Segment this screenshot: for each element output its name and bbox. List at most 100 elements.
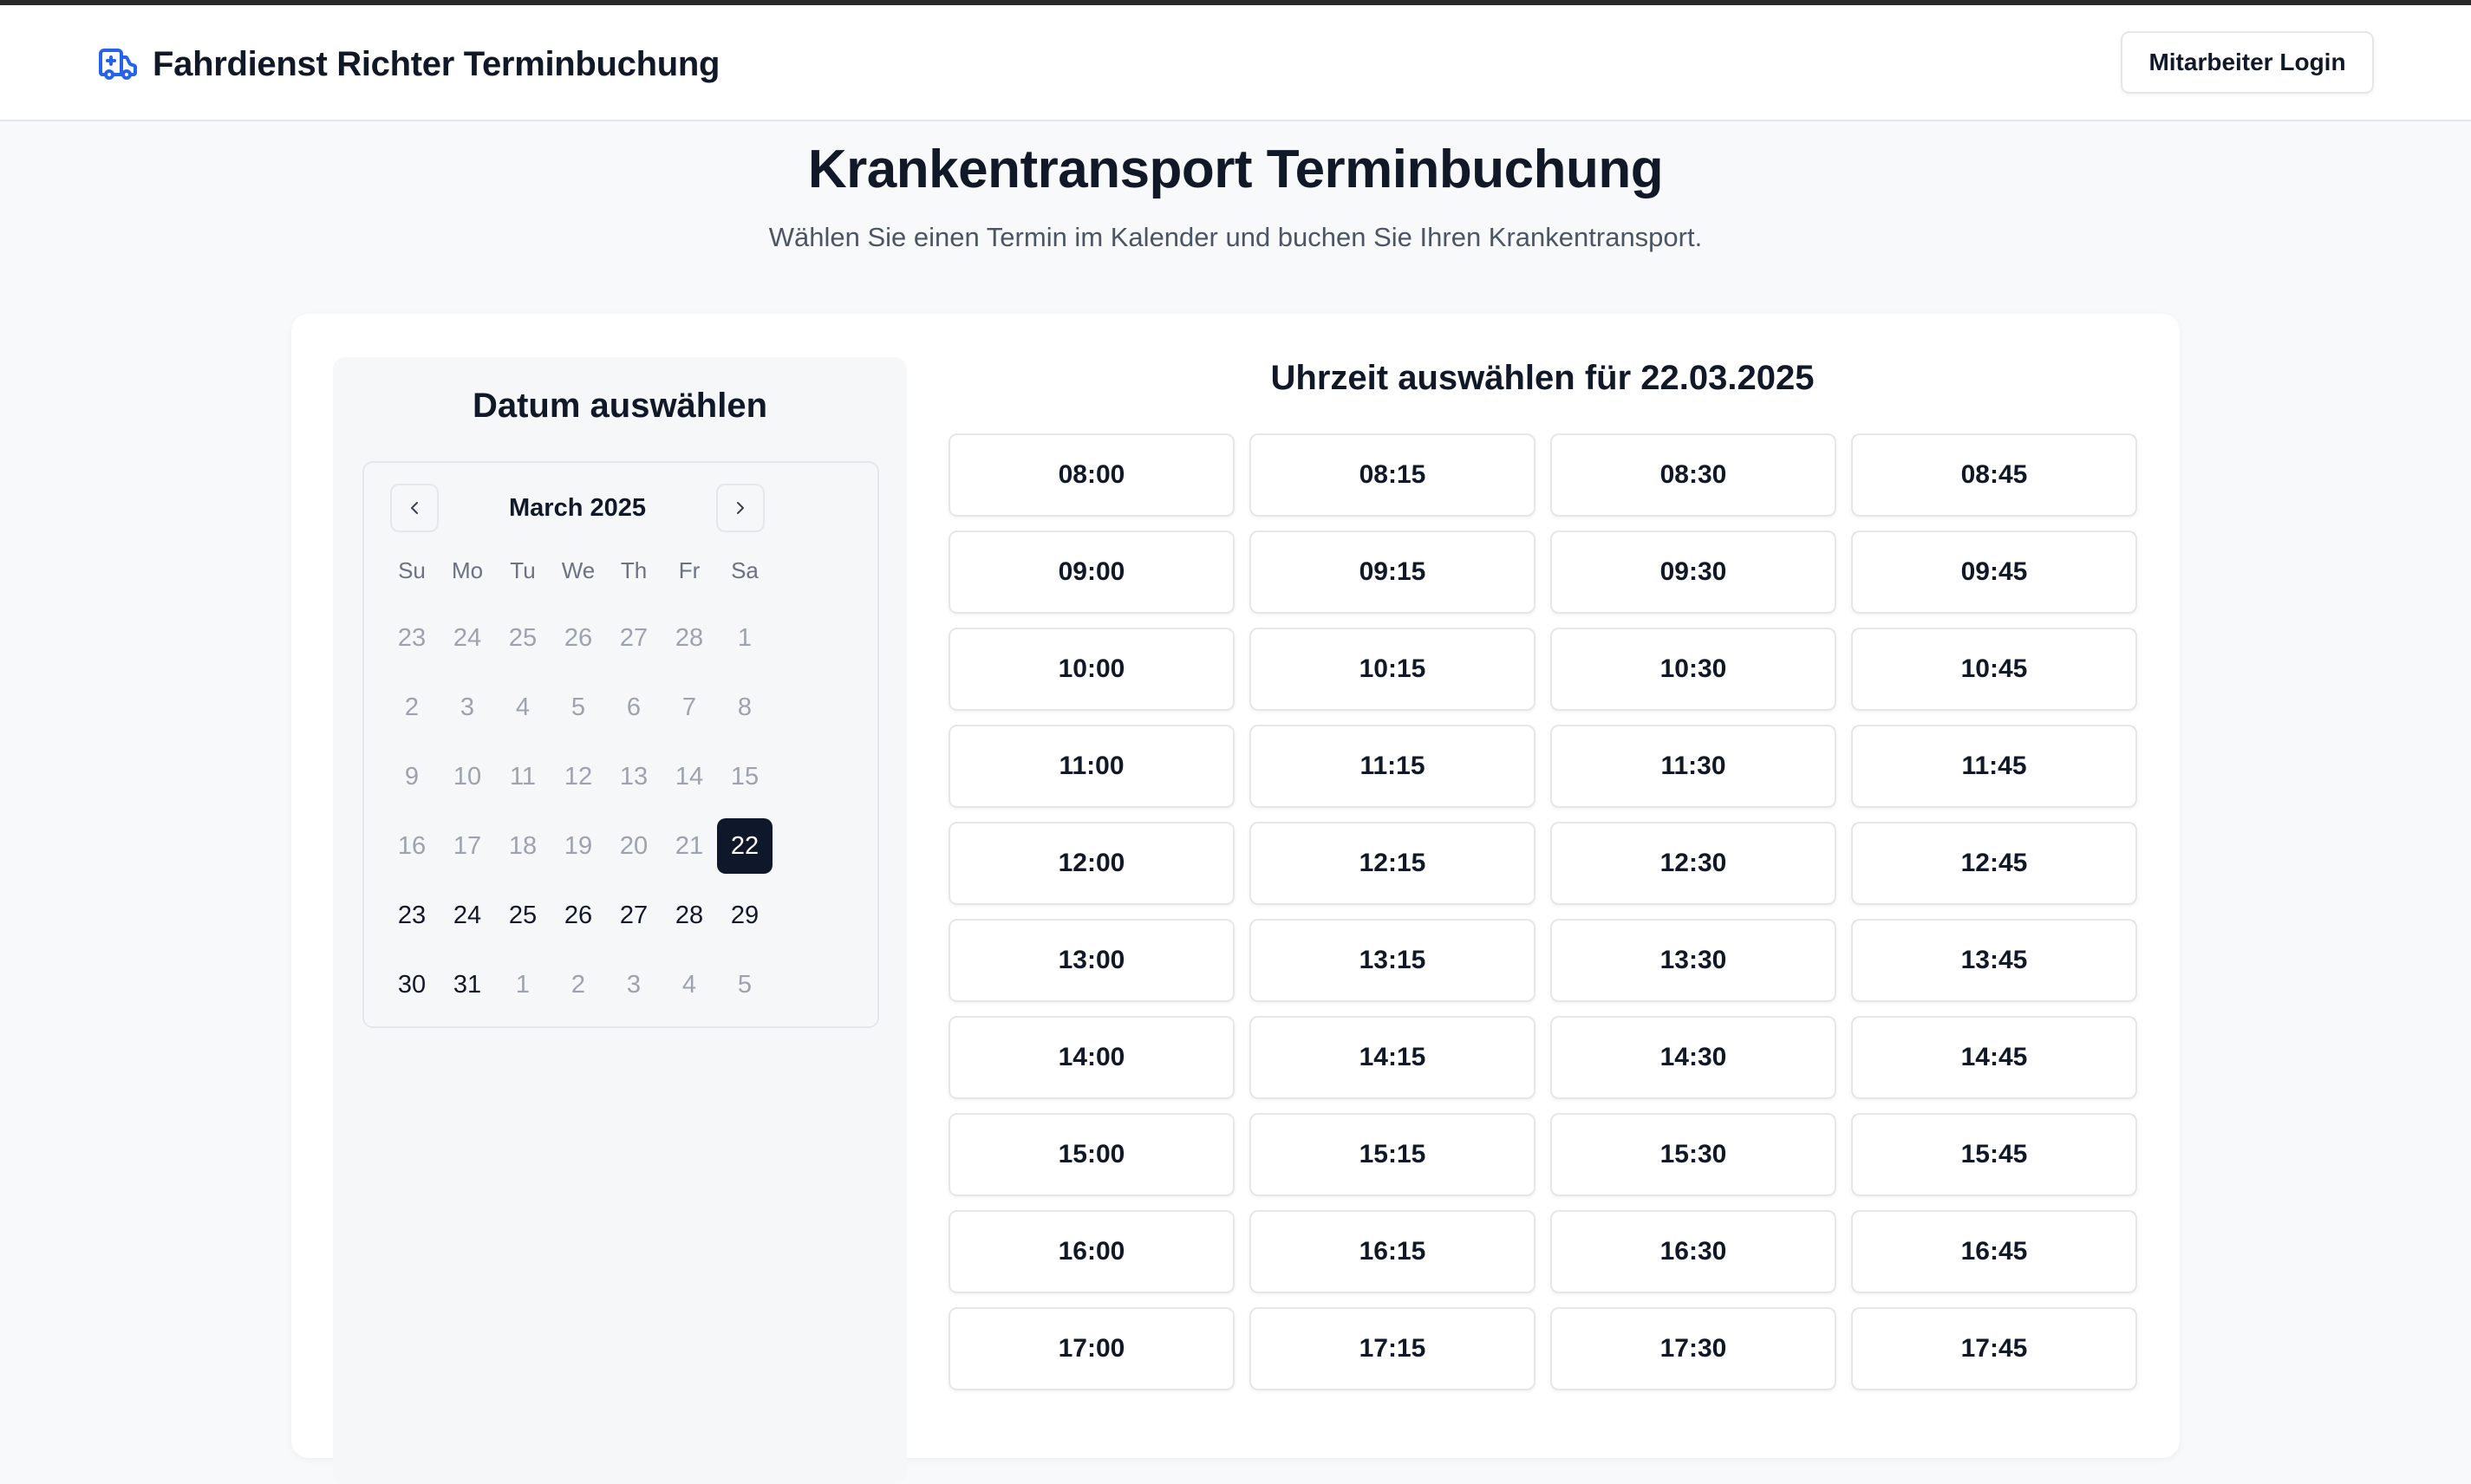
calendar-day[interactable]: 23 (384, 603, 440, 673)
time-slot-button[interactable]: 15:00 (949, 1113, 1235, 1196)
time-slot-button[interactable]: 11:15 (1249, 725, 1535, 808)
time-slot-button[interactable]: 10:45 (1851, 628, 2137, 711)
calendar-day[interactable]: 23 (384, 881, 440, 950)
time-slot-button[interactable]: 09:45 (1851, 530, 2137, 614)
calendar-day-label: 10 (453, 762, 482, 791)
calendar-day[interactable]: 25 (495, 603, 551, 673)
calendar-day[interactable]: 4 (662, 950, 717, 1019)
previous-month-button[interactable] (390, 484, 439, 532)
time-slot-button[interactable]: 10:15 (1249, 628, 1535, 711)
calendar-day[interactable]: 8 (717, 673, 773, 742)
calendar-day[interactable]: 28 (662, 881, 717, 950)
time-slot-button[interactable]: 10:30 (1550, 628, 1836, 711)
calendar-day[interactable]: 24 (440, 881, 495, 950)
calendar-day[interactable]: 27 (606, 603, 662, 673)
time-slot-button[interactable]: 11:30 (1550, 725, 1836, 808)
time-slot-button[interactable]: 14:45 (1851, 1016, 2137, 1099)
calendar-day[interactable]: 21 (662, 811, 717, 881)
calendar-day[interactable]: 27 (606, 881, 662, 950)
app-header: Fahrdienst Richter Terminbuchung Mitarbe… (0, 5, 2471, 121)
calendar-day[interactable]: 14 (662, 742, 717, 811)
time-slot-button[interactable]: 15:15 (1249, 1113, 1535, 1196)
calendar-weekday: Mo (451, 557, 484, 583)
calendar-day[interactable]: 18 (495, 811, 551, 881)
time-slot-button[interactable]: 13:15 (1249, 919, 1535, 1002)
calendar-day[interactable]: 5 (551, 673, 606, 742)
calendar-day-label: 5 (737, 970, 753, 999)
calendar-day[interactable]: 31 (440, 950, 495, 1019)
calendar-day[interactable]: 11 (495, 742, 551, 811)
time-slot-button[interactable]: 08:30 (1550, 433, 1836, 517)
time-slot-button[interactable]: 14:15 (1249, 1016, 1535, 1099)
time-slot-button[interactable]: 16:30 (1550, 1210, 1836, 1293)
time-slot-button[interactable]: 12:15 (1249, 822, 1535, 905)
time-slot-button[interactable]: 16:00 (949, 1210, 1235, 1293)
time-slot-button[interactable]: 17:30 (1550, 1307, 1836, 1390)
time-slot-button[interactable]: 14:30 (1550, 1016, 1836, 1099)
time-slot-button[interactable]: 10:00 (949, 628, 1235, 711)
time-slot-button[interactable]: 15:30 (1550, 1113, 1836, 1196)
date-panel-title: Datum auswählen (472, 387, 768, 425)
calendar-day[interactable]: 28 (662, 603, 717, 673)
calendar-day[interactable]: 16 (384, 811, 440, 881)
time-slot-button[interactable]: 08:45 (1851, 433, 2137, 517)
time-slot-button[interactable]: 13:30 (1550, 919, 1836, 1002)
calendar-day-label: 2 (570, 970, 586, 999)
calendar-month-label: March 2025 (509, 494, 646, 522)
time-slot-button[interactable]: 12:45 (1851, 822, 2137, 905)
calendar-day[interactable]: 20 (606, 811, 662, 881)
calendar-day[interactable]: 5 (717, 950, 773, 1019)
time-slot-button[interactable]: 15:45 (1851, 1113, 2137, 1196)
time-slot-button[interactable]: 11:00 (949, 725, 1235, 808)
calendar-day-label: 26 (564, 623, 593, 652)
calendar-day[interactable]: 6 (606, 673, 662, 742)
calendar-day[interactable]: 4 (495, 673, 551, 742)
time-slot-button[interactable]: 17:00 (949, 1307, 1235, 1390)
time-slot-button[interactable]: 16:15 (1249, 1210, 1535, 1293)
time-slot-button[interactable]: 11:45 (1851, 725, 2137, 808)
calendar-day[interactable]: 24 (440, 603, 495, 673)
calendar-day[interactable]: 7 (662, 673, 717, 742)
calendar-day[interactable]: 12 (551, 742, 606, 811)
calendar-day-label: 4 (515, 693, 531, 721)
calendar-day-label: 3 (460, 693, 475, 721)
time-slot-button[interactable]: 09:00 (949, 530, 1235, 614)
calendar-day[interactable]: 25 (495, 881, 551, 950)
time-slot-button[interactable]: 14:00 (949, 1016, 1235, 1099)
calendar-day[interactable]: 9 (384, 742, 440, 811)
time-slot-button[interactable]: 09:15 (1249, 530, 1535, 614)
time-slot-button[interactable]: 13:45 (1851, 919, 2137, 1002)
time-slot-button[interactable]: 09:30 (1550, 530, 1836, 614)
calendar-day-selected[interactable]: 22 (717, 811, 773, 881)
staff-login-button[interactable]: Mitarbeiter Login (2121, 31, 2374, 94)
calendar-day[interactable]: 2 (384, 673, 440, 742)
calendar-weekday: Sa (731, 557, 759, 583)
calendar-day[interactable]: 13 (606, 742, 662, 811)
time-slot-button[interactable]: 12:30 (1550, 822, 1836, 905)
time-slot-button[interactable]: 13:00 (949, 919, 1235, 1002)
calendar-day[interactable]: 17 (440, 811, 495, 881)
calendar-day[interactable]: 1 (717, 603, 773, 673)
time-slot-button[interactable]: 08:15 (1249, 433, 1535, 517)
calendar-day[interactable]: 2 (551, 950, 606, 1019)
calendar-day-label: 28 (675, 901, 704, 929)
calendar-day[interactable]: 26 (551, 603, 606, 673)
calendar-day[interactable]: 1 (495, 950, 551, 1019)
chevron-right-icon (737, 502, 744, 514)
calendar-day[interactable]: 3 (606, 950, 662, 1019)
time-slot-button[interactable]: 08:00 (949, 433, 1235, 517)
calendar-day[interactable]: 29 (717, 881, 773, 950)
calendar-day[interactable]: 10 (440, 742, 495, 811)
brand[interactable]: Fahrdienst Richter Terminbuchung (97, 42, 720, 87)
calendar-day[interactable]: 26 (551, 881, 606, 950)
calendar-day[interactable]: 15 (717, 742, 773, 811)
time-slot-button[interactable]: 17:45 (1851, 1307, 2137, 1390)
calendar-day[interactable]: 19 (551, 811, 606, 881)
time-slot-button[interactable]: 12:00 (949, 822, 1235, 905)
calendar-day[interactable]: 3 (440, 673, 495, 742)
calendar-day[interactable]: 30 (384, 950, 440, 1019)
next-month-button[interactable] (716, 484, 765, 532)
time-slot-button[interactable]: 16:45 (1851, 1210, 2137, 1293)
ambulance-icon (97, 43, 139, 85)
time-slot-button[interactable]: 17:15 (1249, 1307, 1535, 1390)
